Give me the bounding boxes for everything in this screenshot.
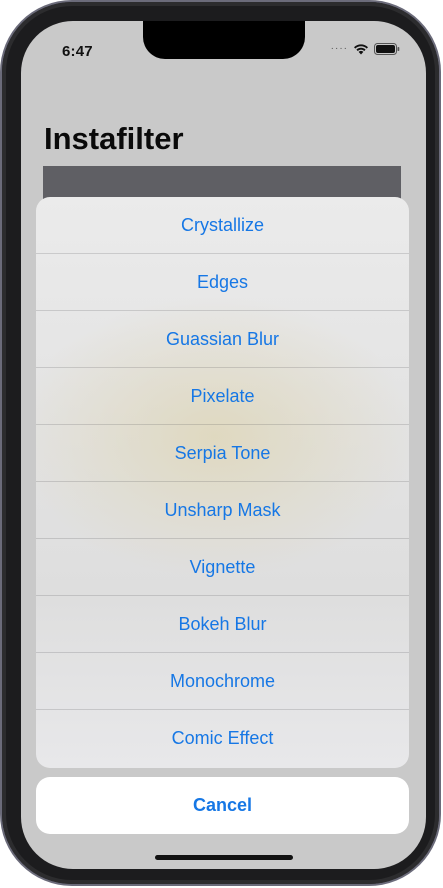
filter-option-pixelate[interactable]: Pixelate <box>36 368 409 425</box>
home-indicator[interactable] <box>155 855 293 860</box>
page-title: Instafilter <box>44 121 184 156</box>
filter-option-vignette[interactable]: Vignette <box>36 539 409 596</box>
filter-option-sepia-tone[interactable]: Serpia Tone <box>36 425 409 482</box>
cancel-button[interactable]: Cancel <box>36 777 409 834</box>
filter-option-monochrome[interactable]: Monochrome <box>36 653 409 710</box>
wifi-icon <box>353 43 369 55</box>
status-icons: ···· <box>331 43 400 55</box>
action-sheet: Crystallize Edges Guassian Blur Pixelate… <box>36 197 409 768</box>
filter-option-crystallize[interactable]: Crystallize <box>36 197 409 254</box>
status-time: 6:47 <box>62 43 93 60</box>
filter-option-unsharp-mask[interactable]: Unsharp Mask <box>36 482 409 539</box>
screen: 6:47 ···· Instafilter Crystallize Edges … <box>21 21 426 869</box>
filter-option-gaussian-blur[interactable]: Guassian Blur <box>36 311 409 368</box>
battery-icon <box>374 43 400 55</box>
filter-option-edges[interactable]: Edges <box>36 254 409 311</box>
filter-option-comic-effect[interactable]: Comic Effect <box>36 710 409 767</box>
notch <box>143 21 305 59</box>
filter-option-bokeh-blur[interactable]: Bokeh Blur <box>36 596 409 653</box>
signal-dots-icon: ···· <box>330 43 348 54</box>
device-frame: 6:47 ···· Instafilter Crystallize Edges … <box>2 2 439 884</box>
